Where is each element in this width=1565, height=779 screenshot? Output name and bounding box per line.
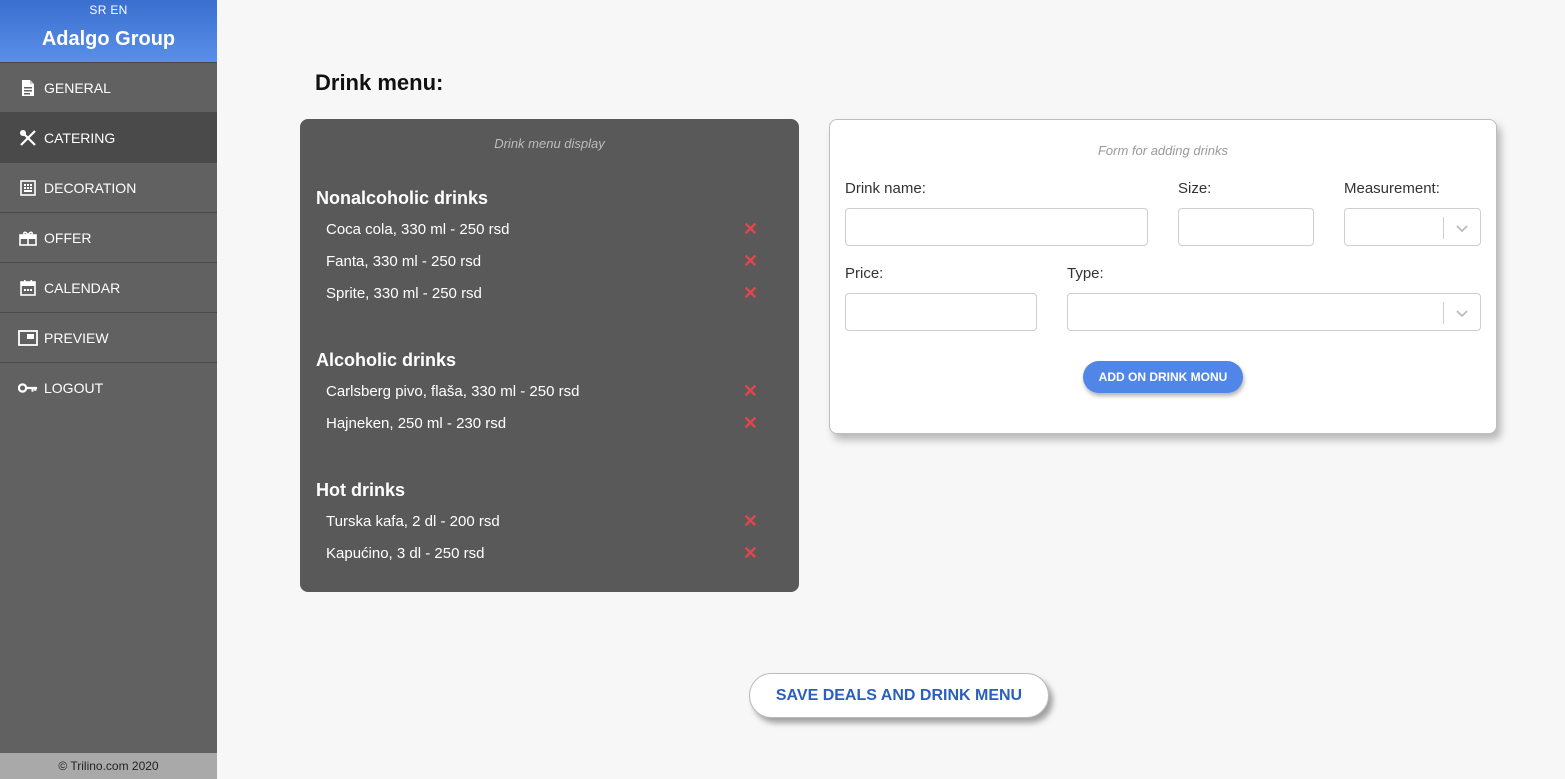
sidebar-item-offer[interactable]: OFFER: [0, 212, 217, 262]
gift-icon: [18, 228, 38, 248]
price-label: Price:: [845, 265, 884, 282]
copyright-footer: © Trilino.com 2020: [0, 753, 217, 779]
lang-sr[interactable]: SR: [89, 3, 106, 17]
drink-item-text: Coca cola, 330 ml - 250 rsd: [326, 220, 510, 238]
delete-icon[interactable]: ✕: [743, 220, 758, 238]
drink-item-text: Turska kafa, 2 dl - 200 rsd: [326, 512, 500, 530]
fork-knife-icon: [18, 128, 38, 148]
section-hot: Hot drinks Turska kafa, 2 dl - 200 rsd ✕…: [316, 475, 784, 569]
sidebar-item-label: PREVIEW: [44, 329, 109, 346]
type-label: Type:: [1067, 265, 1104, 282]
section-alcoholic: Alcoholic drinks Carlsberg pivo, flaša, …: [316, 345, 784, 439]
drink-menu-panel: Drink menu display Nonalcoholic drinks C…: [300, 119, 799, 592]
delete-icon[interactable]: ✕: [743, 414, 758, 432]
section-nonalcoholic: Nonalcoholic drinks Coca cola, 330 ml - …: [316, 183, 784, 309]
sidebar: SR EN Adalgo Group GENERAL CATERING DECO…: [0, 0, 217, 779]
price-input[interactable]: [845, 293, 1037, 331]
list-item: Coca cola, 330 ml - 250 rsd ✕: [316, 213, 784, 245]
add-drink-button[interactable]: ADD ON DRINK MONU: [1083, 361, 1243, 393]
sidebar-item-catering[interactable]: CATERING: [0, 112, 217, 162]
size-input[interactable]: [1178, 208, 1314, 246]
calendar-icon: [18, 278, 38, 298]
brand-header: SR EN Adalgo Group: [0, 0, 217, 62]
sidebar-item-label: LOGOUT: [44, 379, 104, 396]
drink-item-text: Kapućino, 3 dl - 250 rsd: [326, 544, 485, 562]
drink-item-text: Sprite, 330 ml - 250 rsd: [326, 284, 482, 302]
sidebar-item-decoration[interactable]: DECORATION: [0, 162, 217, 212]
list-item: Sprite, 330 ml - 250 rsd ✕: [316, 277, 784, 309]
measurement-select[interactable]: [1344, 208, 1481, 246]
drink-name-input[interactable]: [845, 208, 1148, 246]
section-title: Hot drinks: [316, 480, 406, 500]
chevron-down-icon: [1456, 225, 1468, 233]
sidebar-item-general[interactable]: GENERAL: [0, 62, 217, 112]
select-separator: [1443, 217, 1444, 239]
chevron-down-icon: [1456, 310, 1468, 318]
save-deals-button[interactable]: SAVE DEALS AND DRINK MENU: [749, 673, 1049, 718]
drink-name-label: Drink name:: [845, 180, 926, 197]
page-title: Drink menu:: [315, 70, 444, 95]
drink-item-text: Fanta, 330 ml - 250 rsd: [326, 252, 482, 270]
drink-item-text: Hajneken, 250 ml - 230 rsd: [326, 414, 507, 432]
delete-icon[interactable]: ✕: [743, 284, 758, 302]
add-drink-form: Form for adding drinks Drink name: Size:…: [829, 119, 1497, 434]
document-icon: [18, 78, 38, 98]
section-title: Nonalcoholic drinks: [316, 188, 489, 208]
brand-name: Adalgo Group: [41, 28, 176, 50]
sidebar-item-label: OFFER: [44, 229, 92, 246]
measurement-label: Measurement:: [1344, 180, 1440, 197]
delete-icon[interactable]: ✕: [743, 512, 758, 530]
decoration-icon: [18, 178, 38, 198]
sidebar-item-logout[interactable]: LOGOUT: [0, 362, 217, 412]
sidebar-item-label: CALENDAR: [44, 279, 121, 296]
lang-en[interactable]: EN: [110, 3, 127, 17]
section-title: Alcoholic drinks: [316, 350, 457, 370]
sidebar-item-label: CATERING: [44, 129, 116, 146]
key-icon: [18, 378, 38, 398]
sidebar-item-label: DECORATION: [44, 179, 137, 196]
sidebar-item-calendar[interactable]: CALENDAR: [0, 262, 217, 312]
sidebar-item-preview[interactable]: PREVIEW: [0, 312, 217, 362]
delete-icon[interactable]: ✕: [743, 544, 758, 562]
list-item: Turska kafa, 2 dl - 200 rsd ✕: [316, 505, 784, 537]
list-item: Kapućino, 3 dl - 250 rsd ✕: [316, 537, 784, 569]
list-item: Carlsberg pivo, flaša, 330 ml - 250 rsd …: [316, 375, 784, 407]
panel-caption: Drink menu display: [494, 136, 605, 151]
sidebar-item-label: GENERAL: [44, 79, 111, 96]
list-item: Fanta, 330 ml - 250 rsd ✕: [316, 245, 784, 277]
form-caption: Form for adding drinks: [1097, 143, 1229, 158]
list-item: Hajneken, 250 ml - 230 rsd ✕: [316, 407, 784, 439]
preview-icon: [18, 328, 38, 348]
size-label: Size:: [1178, 180, 1212, 197]
drink-item-text: Carlsberg pivo, flaša, 330 ml - 250 rsd: [326, 382, 580, 400]
language-switcher: SR EN: [0, 0, 217, 20]
delete-icon[interactable]: ✕: [743, 382, 758, 400]
type-select[interactable]: [1067, 293, 1481, 331]
delete-icon[interactable]: ✕: [743, 252, 758, 270]
select-separator: [1443, 302, 1444, 324]
